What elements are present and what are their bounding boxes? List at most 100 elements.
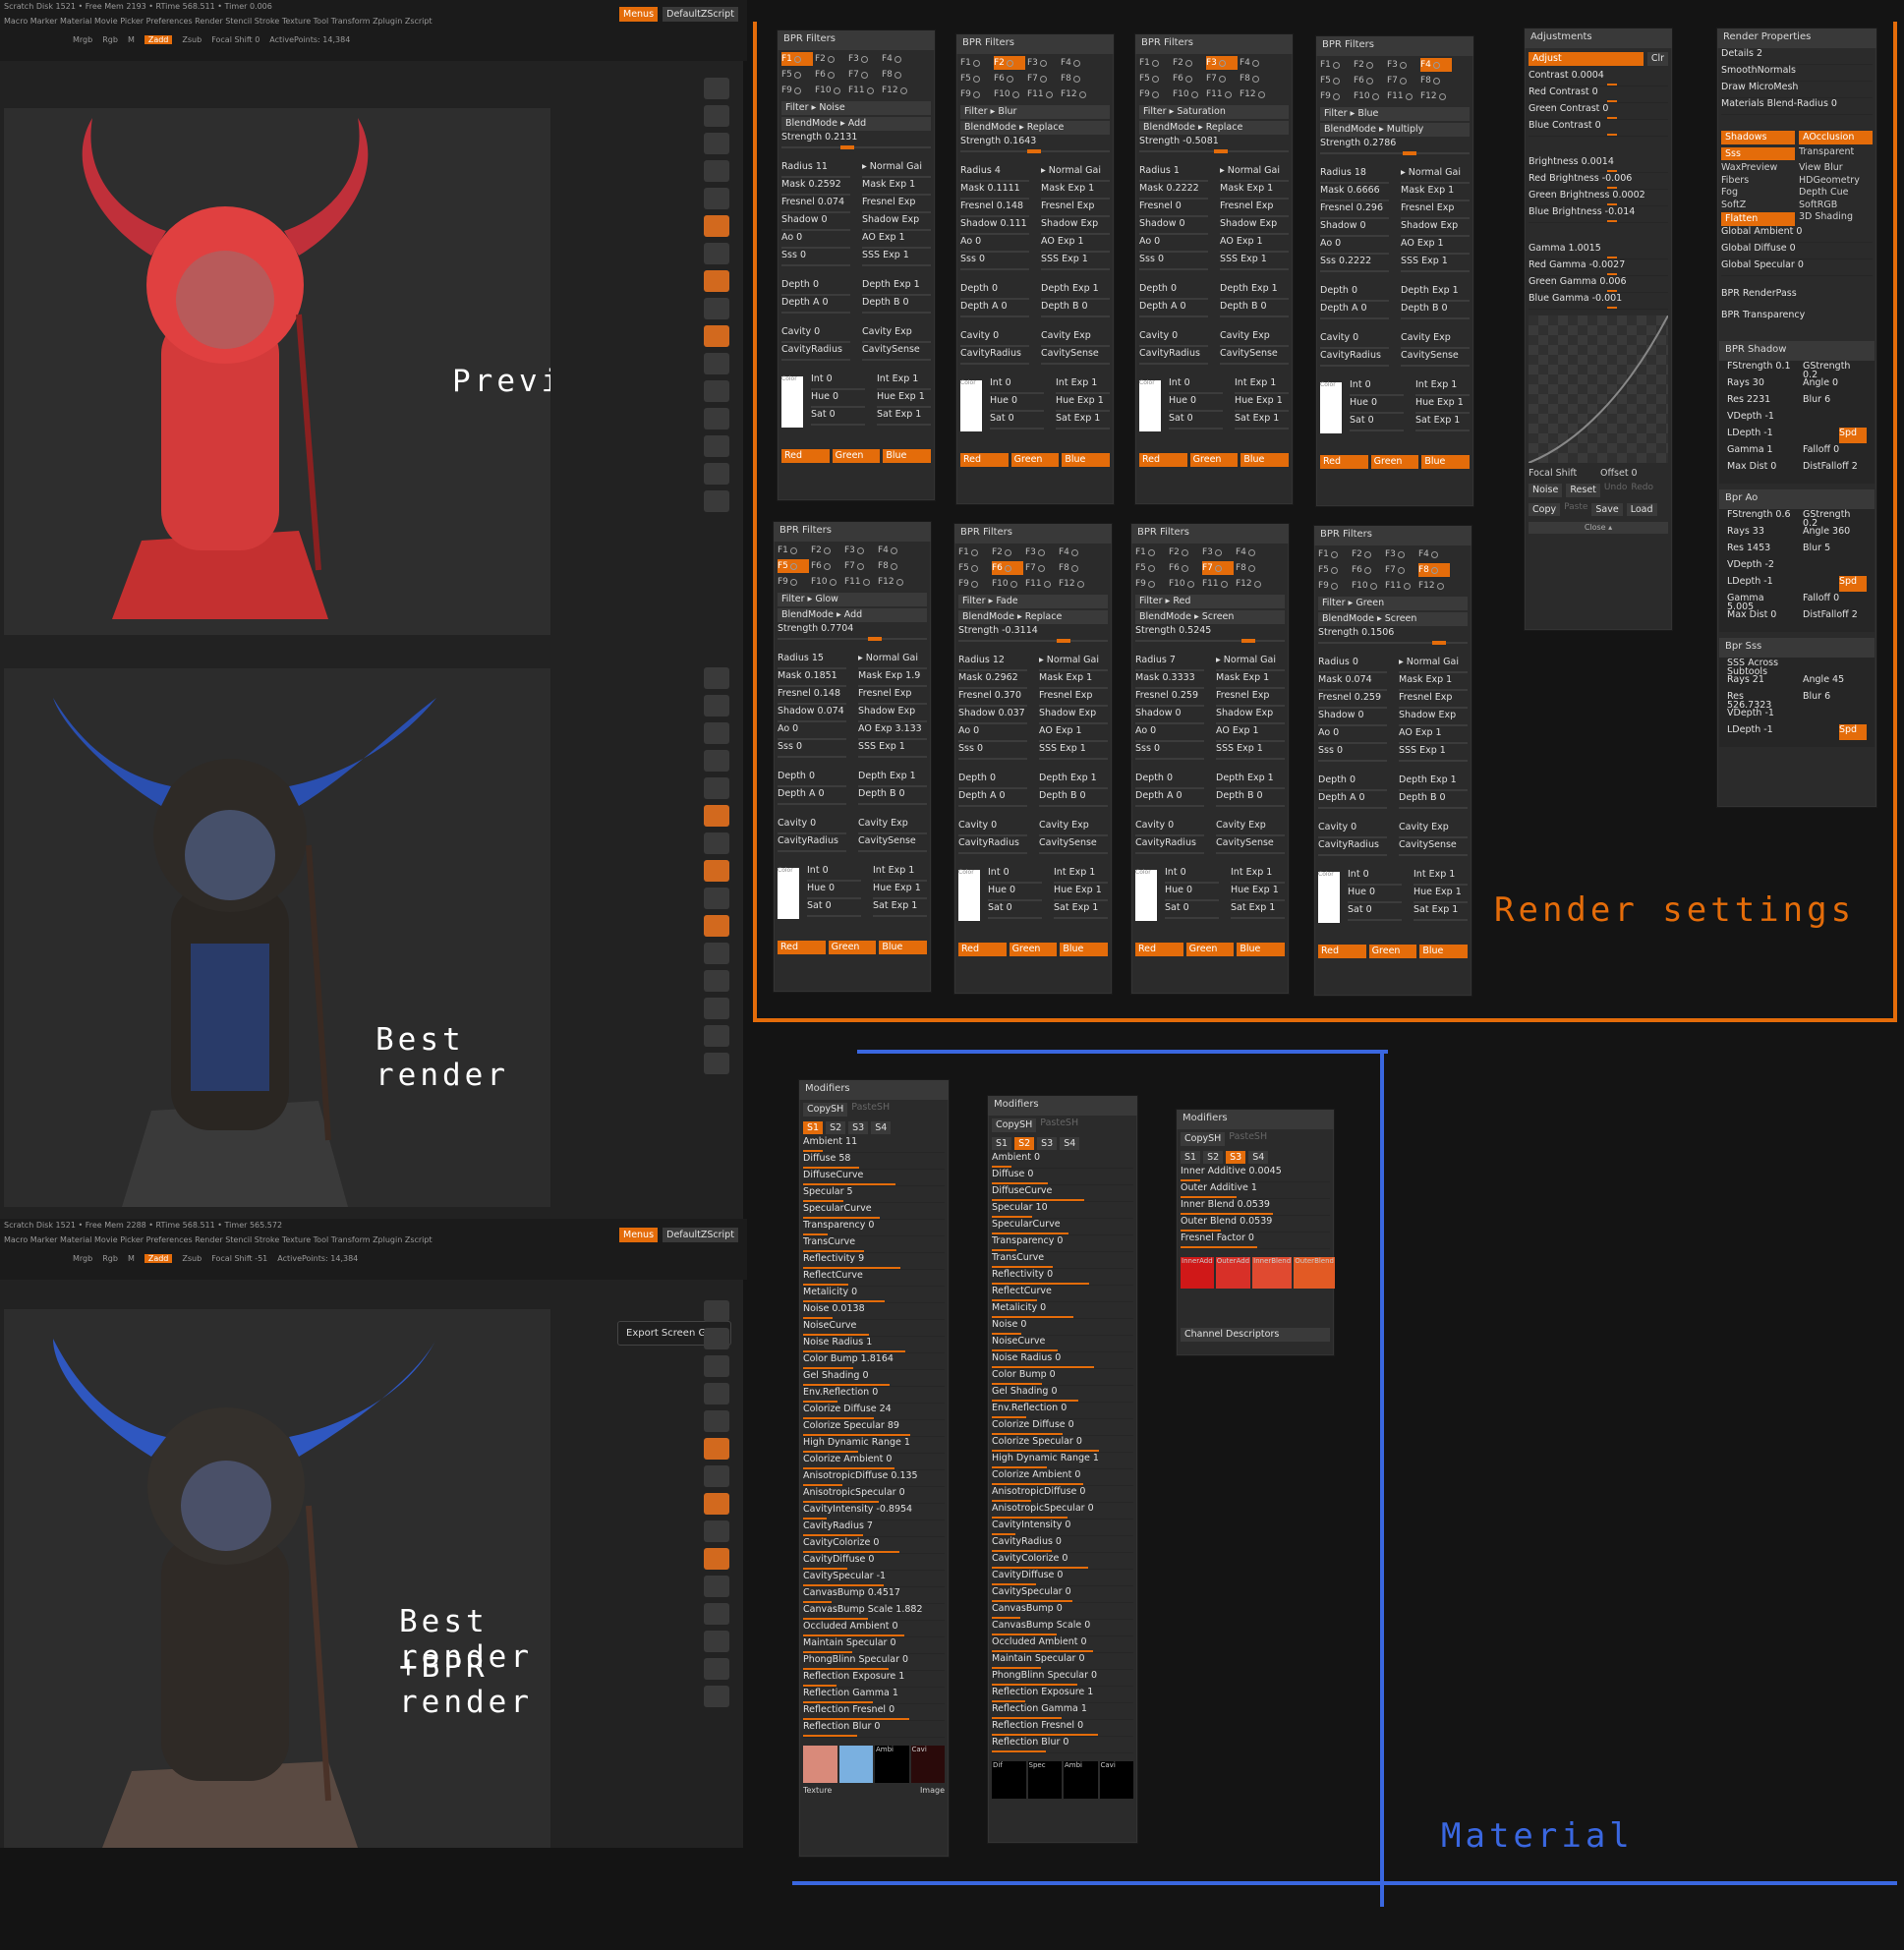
filter-param-slider[interactable]: AO Exp 1	[1039, 726, 1108, 744]
blue-channel-button[interactable]: Blue	[883, 449, 932, 463]
modifier-slider[interactable]: Maintain Specular 0	[803, 1637, 945, 1654]
param-slider[interactable]: Gamma 5.005	[1727, 593, 1791, 611]
focal-shift-label[interactable]: Focal Shift	[1529, 468, 1596, 479]
filter-slot-f11[interactable]: F11	[1387, 89, 1418, 103]
filter-param-slider[interactable]: Shadow Exp	[1399, 711, 1468, 728]
filter-slot-f4[interactable]: F4	[1418, 547, 1450, 561]
filter-slot-f7[interactable]: F7	[1202, 561, 1234, 575]
filter-slot-f6[interactable]: F6	[1173, 72, 1204, 86]
strength-slider[interactable]: Strength 0.2786	[1320, 139, 1470, 156]
green-channel-button[interactable]: Green	[1189, 453, 1239, 467]
filter-slot-f12[interactable]: F12	[882, 84, 913, 97]
strength-slider[interactable]: Strength -0.3114	[958, 626, 1108, 644]
spd-button[interactable]: Spd	[1839, 427, 1867, 444]
filter-param-slider[interactable]: AO Exp 1	[1041, 237, 1110, 255]
filter-param-slider[interactable]: AO Exp 1	[1399, 728, 1468, 746]
filter-slot-f4[interactable]: F4	[1420, 58, 1452, 72]
modifier-slider[interactable]: Outer Additive 1	[1181, 1182, 1330, 1199]
filter-type-dropdown[interactable]: Filter ▸ Blue	[1320, 107, 1470, 121]
depth-slider[interactable]: Depth B 0	[1399, 793, 1468, 811]
filter-param-slider[interactable]: Mask Exp 1	[862, 180, 931, 198]
depth-slider[interactable]: Depth Exp 1	[1039, 774, 1108, 791]
color-slider[interactable]: Int Exp 1	[1231, 868, 1285, 886]
pastesh-button[interactable]: PasteSH	[851, 1103, 890, 1117]
shader-slot-s4[interactable]: S4	[1060, 1136, 1080, 1150]
filter-slot-f6[interactable]: F6	[1352, 563, 1383, 577]
xyz-tool-icon[interactable]	[704, 325, 729, 347]
param-slider[interactable]: LDepth -1	[1727, 724, 1791, 741]
cavity-slider[interactable]: Cavity Exp	[1039, 821, 1108, 838]
actual-tool-icon[interactable]	[704, 160, 729, 182]
modifier-slider[interactable]: AnisotropicSpecular 0	[803, 1487, 945, 1504]
move-tool-icon[interactable]	[704, 970, 729, 992]
modifier-slider[interactable]: Noise Radius 0	[992, 1352, 1133, 1369]
noise-button[interactable]: Noise	[1529, 484, 1563, 497]
spd-button[interactable]: Spd	[1839, 575, 1867, 593]
modifier-slider[interactable]: CavityColorize 0	[803, 1537, 945, 1554]
modifier-slider[interactable]: High Dynamic Range 1	[992, 1453, 1133, 1469]
color-slider[interactable]: Int Exp 1	[873, 866, 927, 884]
param-slider[interactable]: Gamma 1	[1727, 444, 1791, 461]
modifier-slider[interactable]: Reflection Gamma 1	[992, 1703, 1133, 1720]
filter-slot-f1[interactable]: F1	[778, 544, 809, 557]
polyf-tool-icon[interactable]	[704, 1686, 729, 1707]
filter-param-slider[interactable]: Radius 15	[778, 654, 846, 671]
rotate-tool-icon[interactable]	[704, 435, 729, 457]
cavity-slider[interactable]: CavitySense	[1216, 838, 1285, 856]
filter-slot-f12[interactable]: F12	[878, 575, 909, 589]
cavity-slider[interactable]: Cavity Exp	[1041, 331, 1110, 349]
load-button[interactable]: Load	[1626, 502, 1657, 516]
filter-slot-f8[interactable]: F8	[1061, 72, 1092, 86]
pastesh-button[interactable]: PasteSH	[1040, 1118, 1078, 1132]
scroll-tool-icon[interactable]	[704, 695, 729, 717]
depth-slider[interactable]: Depth 0	[960, 284, 1029, 302]
color-slider[interactable]: Sat Exp 1	[1056, 414, 1110, 431]
filter-param-slider[interactable]: Shadow Exp	[1401, 221, 1470, 239]
shader-slot-s2[interactable]: S2	[1203, 1150, 1224, 1164]
best-render-viewport[interactable]: Best render	[4, 668, 550, 1207]
filter-slot-f8[interactable]: F8	[1059, 561, 1090, 575]
shader-slot-s4[interactable]: S4	[871, 1120, 892, 1134]
shadows-toggle[interactable]: Shadows	[1721, 131, 1795, 144]
modifier-slider[interactable]: Colorize Specular 0	[992, 1436, 1133, 1453]
filter-param-slider[interactable]: Sss 0	[1135, 744, 1204, 762]
filter-slot-f8[interactable]: F8	[882, 68, 913, 82]
modifier-slider[interactable]: CavityDiffuse 0	[803, 1554, 945, 1571]
color-slider[interactable]: Sat 0	[990, 414, 1044, 431]
m-button[interactable]: M	[128, 35, 135, 44]
cavity-slider[interactable]: CavityRadius	[1320, 351, 1389, 369]
floor-tool-icon[interactable]	[704, 832, 729, 854]
shader-slot-s1[interactable]: S1	[803, 1120, 824, 1134]
param-slider[interactable]: LDepth -1	[1727, 576, 1791, 593]
depth-slider[interactable]: Depth 0	[1320, 286, 1389, 304]
color-slider[interactable]: Int Exp 1	[1414, 870, 1468, 888]
filter-slot-f2[interactable]: F2	[1169, 545, 1200, 559]
modifier-slider[interactable]: Transparency 0	[803, 1220, 945, 1236]
bpr-transparency-header[interactable]: BPR Transparency	[1721, 310, 1873, 325]
filter-slot-f9[interactable]: F9	[960, 87, 992, 101]
color-slider[interactable]: Sat 0	[988, 903, 1042, 921]
depth-slider[interactable]: Depth 0	[1135, 774, 1204, 791]
depth-slider[interactable]: Depth B 0	[862, 298, 931, 315]
filter-param-slider[interactable]: Sss 0	[1318, 746, 1387, 764]
depth-slider[interactable]: Depth Exp 1	[1399, 775, 1468, 793]
red-channel-button[interactable]: Red	[1318, 945, 1366, 958]
modifier-slider[interactable]: ReflectCurve	[992, 1286, 1133, 1302]
modifier-slider[interactable]: CavityRadius 7	[803, 1520, 945, 1537]
depthcue-toggle[interactable]: Depth Cue	[1799, 188, 1873, 198]
cavity-slider[interactable]: CavitySense	[1039, 838, 1108, 856]
filter-param-slider[interactable]: Sss 0	[958, 744, 1027, 762]
filter-slot-f3[interactable]: F3	[1206, 56, 1238, 70]
filter-param-slider[interactable]: Shadow Exp	[858, 707, 927, 724]
modifier-slider[interactable]: Reflection Exposure 1	[803, 1671, 945, 1688]
reset-button[interactable]: Reset	[1566, 484, 1600, 497]
filter-slot-f9[interactable]: F9	[1139, 87, 1171, 101]
fog-toggle[interactable]: Fog	[1721, 188, 1795, 198]
green-channel-button[interactable]: Green	[1009, 943, 1058, 956]
filter-type-dropdown[interactable]: Filter ▸ Glow	[778, 593, 927, 606]
blue-channel-button[interactable]: Blue	[879, 941, 928, 954]
redo-button[interactable]: Redo	[1631, 484, 1653, 497]
filter-param-slider[interactable]: Radius 0	[1318, 658, 1387, 675]
aahalf-tool-icon[interactable]	[704, 777, 729, 799]
filter-slot-f9[interactable]: F9	[778, 575, 809, 589]
